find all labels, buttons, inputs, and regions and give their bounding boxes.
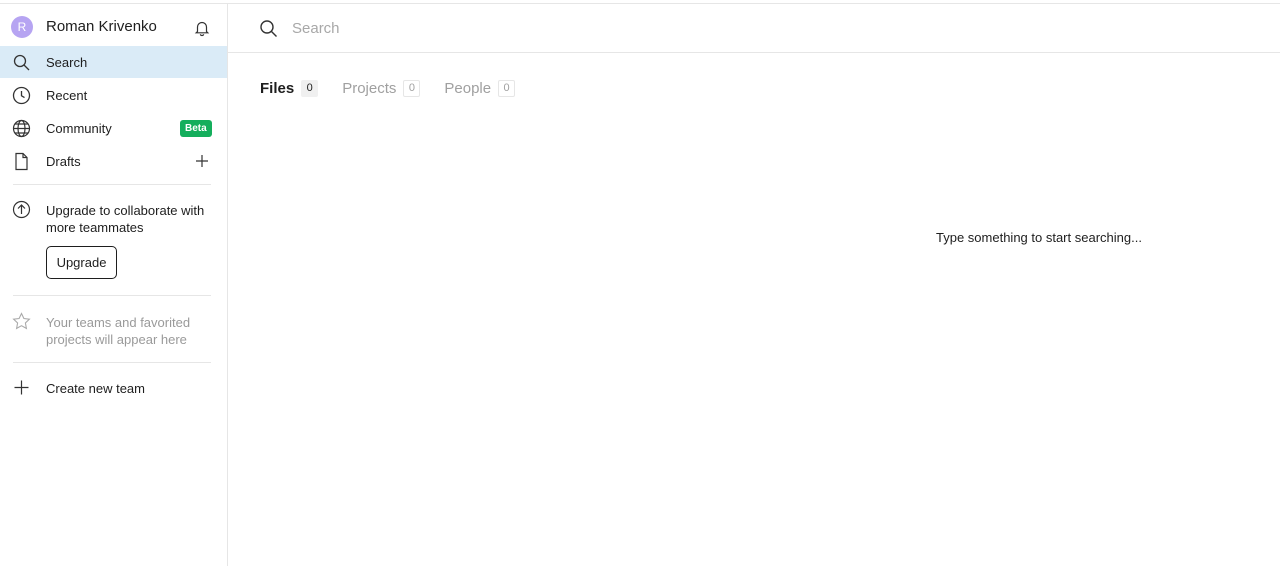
tab-count: 0: [498, 79, 516, 97]
new-draft-plus-icon[interactable]: [194, 153, 210, 169]
sidebar-item-label: Search: [46, 55, 88, 70]
tab-count: 0: [403, 79, 421, 97]
tab-label: People: [444, 79, 492, 97]
file-icon: [15, 152, 28, 171]
teams-empty-text: Your teams and favorited projects will a…: [46, 315, 191, 347]
bell-icon[interactable]: [193, 19, 211, 37]
search-bar: [228, 4, 1280, 53]
tab-projects[interactable]: Projects 0: [342, 79, 421, 97]
create-new-team-label: Create new team: [46, 381, 145, 396]
clock-icon: [12, 86, 31, 105]
search-input[interactable]: [292, 14, 1192, 42]
empty-search-hint: Type something to start searching...: [936, 230, 1142, 245]
tab-files[interactable]: Files 0: [260, 79, 319, 97]
sidebar-item-drafts[interactable]: Drafts: [0, 145, 227, 177]
upgrade-button[interactable]: Upgrade: [46, 246, 117, 279]
upgrade-arrow-icon: [12, 200, 31, 219]
plus-icon: [14, 380, 29, 395]
sidebar-item-label: Drafts: [46, 154, 81, 169]
beta-badge: Beta: [180, 120, 212, 137]
result-tabs: Files 0 Projects 0 People 0: [260, 76, 539, 100]
sidebar-item-search[interactable]: Search: [0, 46, 227, 78]
user-row[interactable]: R Roman Krivenko: [0, 4, 227, 50]
divider: [13, 184, 211, 185]
main-content: Files 0 Projects 0 People 0 Type somethi…: [228, 4, 1280, 566]
tab-people[interactable]: People 0: [444, 79, 516, 97]
globe-icon: [12, 119, 31, 138]
tab-label: Files: [260, 79, 295, 97]
sidebar-item-recent[interactable]: Recent: [0, 79, 227, 111]
divider: [13, 295, 211, 296]
upgrade-text: Upgrade to collaborate with more teammat…: [46, 203, 205, 235]
sidebar-item-label: Recent: [46, 88, 88, 103]
search-icon: [13, 54, 30, 71]
sidebar-item-community[interactable]: Community Beta: [0, 112, 227, 144]
sidebar-item-label: Community: [46, 121, 112, 136]
tab-count: 0: [301, 79, 319, 97]
star-icon: [12, 312, 31, 330]
user-name[interactable]: Roman Krivenko: [46, 18, 157, 35]
avatar[interactable]: R: [11, 16, 33, 38]
divider: [13, 362, 211, 363]
create-new-team-button[interactable]: Create new team: [0, 372, 227, 404]
tab-label: Projects: [342, 79, 397, 97]
search-icon: [260, 20, 277, 37]
sidebar: R Roman Krivenko Search Recent Community…: [0, 4, 228, 566]
